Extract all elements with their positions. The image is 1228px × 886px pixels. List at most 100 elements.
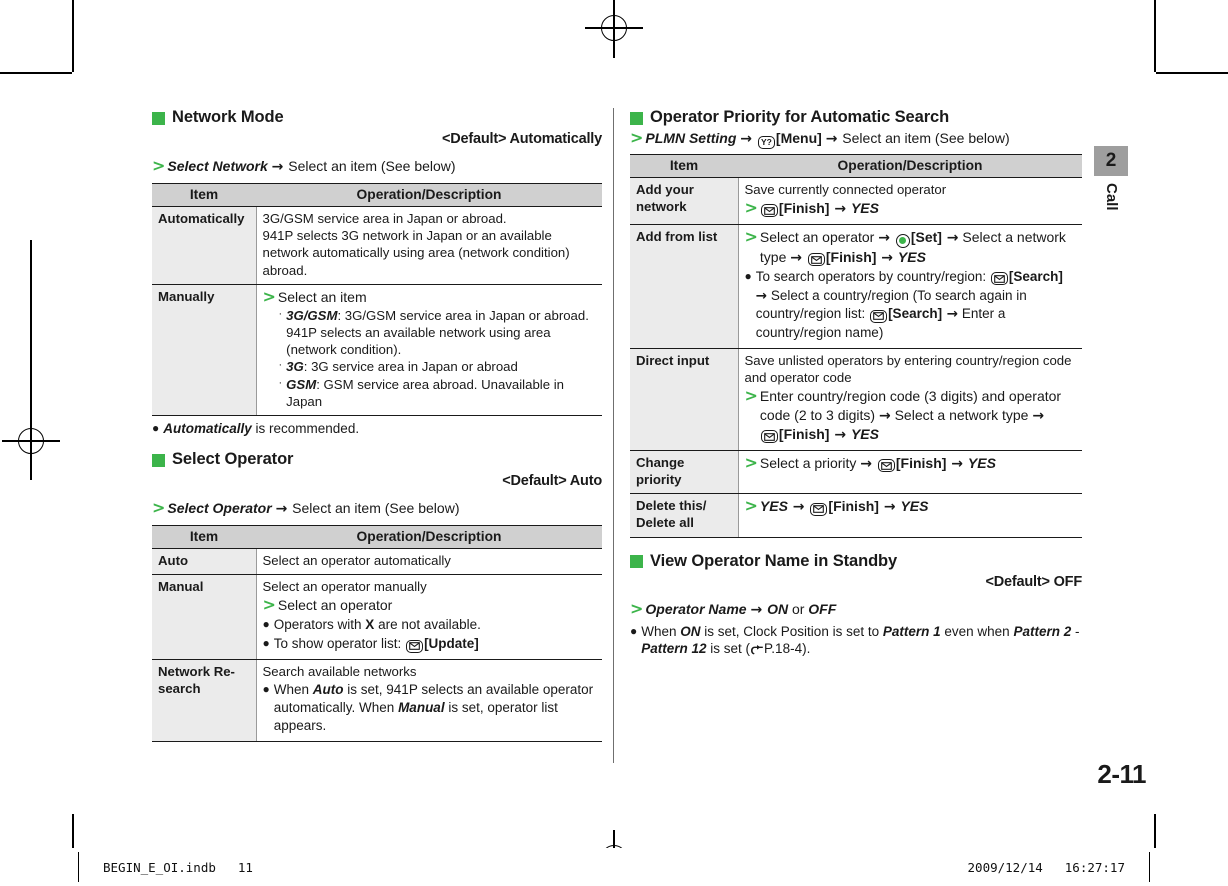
option-off: OFF [808,601,837,618]
section-title: Network Mode [172,108,284,126]
mail-key-icon [807,253,825,267]
option-or: or [788,601,809,618]
note-pattern1: Pattern 1 [882,623,941,639]
table-row: Auto Select an operator automatically [152,548,602,576]
bullet-bold: X [365,617,375,633]
table-header-row: Item Operation/Description [152,524,602,549]
step-command: Select Network [167,157,268,174]
sub-text: : GSM service area abroad. Unavailable i… [286,376,564,409]
operator-priority-table: Item Operation/Description Add your netw… [630,153,1082,538]
yes-label: YES [850,199,879,216]
step-text: Select a priority [759,454,861,471]
row-desc-network-research: Search available networks ● When Auto is… [256,659,602,742]
note-text: is recommended. [251,420,360,436]
row-item-network-research: Network Re-search [152,659,257,742]
row-desc-automatically: 3G/GSM service area in Japan or abroad. … [256,206,602,285]
arrow-icon: → [755,287,768,304]
arrow-icon: → [942,306,959,323]
view-operator-name-step: > Operator Name → ON or OFF [630,600,1082,619]
add-from-list-step: > Select an operator → [Set] → Select a … [745,228,1078,267]
row-desc-add-your-network: Save currently connected operator > [Fin… [738,177,1082,226]
select-operator-table: Item Operation/Description Auto Select a… [152,524,602,742]
direct-input-step: > Enter country/region code (3 digits) a… [745,387,1078,444]
green-square-icon [630,111,643,125]
registration-top-v [613,0,615,58]
mail-key-icon [870,309,888,323]
bullet-text-1: To search operators by country/region: [755,268,990,284]
network-mode-table: Item Operation/Description Automatically… [152,183,602,416]
yes-label: YES [967,454,996,471]
registration-left-v [30,412,32,470]
chapter-number: 2 [1094,146,1128,176]
mail-key-icon [877,459,895,473]
arrow-icon: → [750,602,768,619]
note-term: Automatically [163,420,252,436]
note-dash: - [1071,623,1080,639]
sub-item: · 3G: 3G service area in Japan or abroad [279,358,598,375]
yes-label: YES [897,248,926,265]
arrow-icon: → [1032,407,1045,424]
note-p5: ). [802,641,811,657]
column-gap [602,108,630,746]
footer-date: 2009/12/14 [967,859,1043,875]
arrow-icon: → [876,249,898,266]
row-desc-direct-input: Save unlisted operators by entering coun… [738,348,1082,451]
desc-line: 941P selects 3G network in Japan or an a… [262,228,570,278]
green-square-icon [630,555,643,569]
left-column: Network Mode <Default> Automatically > S… [152,108,602,746]
finish-label: [Finish] [778,199,830,216]
change-priority-step: > Select a priority → [Finish] → YES [745,453,1078,473]
network-mode-note: ● Automatically is recommended. [152,420,602,438]
sub-term: 3G [286,359,304,375]
green-arrow-icon: > [744,197,758,217]
finish-label: [Finish] [825,248,877,265]
search-label: [Search] [1008,268,1063,284]
mail-key-icon [406,639,424,653]
section-title: View Operator Name in Standby [650,551,898,570]
footer-time: 16:27:17 [1064,859,1125,875]
mail-key-icon [760,430,778,444]
view-operator-name-note: ● When ON is set, Clock Position is set … [630,623,1082,661]
chapter-label: Call [1103,183,1120,211]
row-item-delete: Delete this/ Delete all [630,493,739,538]
print-footer: BEGIN_E_OI.indb 11 2009/12/14 16:27:17 [0,848,1228,886]
select-operator-step: > Select Operator → Select an item (See … [152,498,602,518]
step-rest: Select an item (See below) [288,157,456,174]
bullet-dot-icon: ● [152,420,160,435]
row-item-automatically: Automatically [152,206,257,285]
note-p4: is set ( [706,641,751,657]
chapter-tab: 2 Call [1094,146,1128,211]
manual-step: > Select an operator [263,596,598,614]
desc-line: Save unlisted operators by entering coun… [744,353,1072,386]
yes-label: YES [759,498,788,515]
note-p2: is set, Clock Position is set to [700,623,883,639]
green-arrow-icon: > [630,127,644,147]
note-p3: even when [940,623,1014,639]
arrow-icon: → [878,230,895,247]
middot-icon: · [278,359,283,372]
arrow-icon: → [878,407,891,424]
arrow-icon: → [946,455,968,472]
sub-term: 3G/GSM [286,307,338,323]
row-item-change-priority: Change priority [630,450,739,495]
table-header-row: Item Operation/Description [630,153,1082,178]
green-arrow-icon: > [744,227,758,247]
select-operator-default: <Default> Auto [502,472,602,489]
arrow-icon: → [275,500,293,517]
bullet-dot-icon: ● [262,682,270,697]
arrow-icon: → [829,426,851,443]
option-on: ON [767,601,789,618]
pointing-hand-icon [750,643,764,658]
row-desc-manual: Select an operator manually > Select an … [256,574,602,660]
green-arrow-icon: > [262,286,276,306]
row-desc-delete: > YES → [Finish] → YES [738,493,1082,538]
section-view-operator-name-heading: View Operator Name in Standby [630,552,1082,571]
table-row: Add from list > Select an operator → [Se… [630,224,1082,349]
bullet-pre: To show operator list: [273,636,406,652]
table-row: Manual Select an operator manually > Sel… [152,574,602,660]
desc-line: Select an operator manually [262,579,427,595]
row-desc-manually: > Select an item · 3G/GSM: 3G/GSM servic… [256,284,602,416]
arrow-icon: → [271,158,289,175]
row-desc-change-priority: > Select a priority → [Finish] → YES [738,450,1082,495]
sub-item: · 3G/GSM: 3G/GSM service area in Japan o… [279,307,598,358]
